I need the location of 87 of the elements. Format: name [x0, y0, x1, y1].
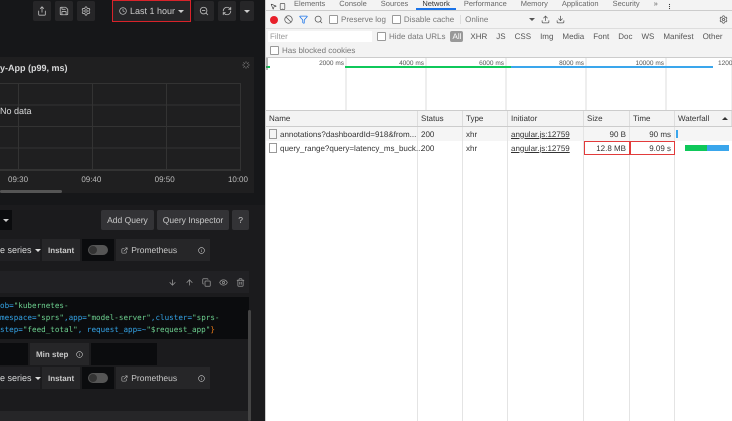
column-header[interactable]: Type [463, 111, 508, 126]
axis-label: 09:30 [8, 175, 28, 184]
type-filter-button[interactable]: Manifest [661, 31, 696, 42]
dropdown[interactable] [0, 210, 12, 230]
zoom-out-icon [199, 6, 210, 16]
share-button[interactable] [33, 1, 51, 21]
format-dropdown[interactable]: e series [0, 367, 40, 389]
info-icon [76, 350, 84, 358]
type-filter-button[interactable]: Font [591, 31, 612, 42]
type-filter-button[interactable]: CSS [512, 31, 534, 42]
query-inspector-button[interactable]: Query Inspector [156, 210, 230, 230]
clock-icon [119, 7, 127, 15]
help-button[interactable]: ? [232, 210, 249, 230]
external-link-icon [121, 374, 128, 382]
upload-icon[interactable] [541, 15, 550, 24]
instant-toggle[interactable] [88, 245, 108, 255]
column-header[interactable]: Initiator [508, 111, 584, 126]
axis-label: 09:40 [81, 175, 102, 184]
settings-icon [81, 6, 91, 16]
loading-icon [242, 61, 250, 69]
checkbox[interactable] [392, 15, 401, 24]
scrollbar [0, 190, 62, 193]
column-header[interactable]: Size [584, 111, 630, 126]
move-down-icon[interactable] [168, 278, 177, 286]
clear-icon[interactable] [284, 15, 293, 24]
move-up-icon[interactable] [185, 278, 194, 286]
initiator-link[interactable]: angular.js:12759 [511, 130, 570, 138]
min-step-label: Min step [30, 343, 90, 365]
datasource-link[interactable]: Prometheus [116, 367, 210, 389]
initiator-link[interactable]: angular.js:12759 [511, 144, 570, 152]
eye-icon[interactable] [219, 278, 228, 286]
info-icon [198, 374, 206, 382]
inspect-icon[interactable] [270, 3, 277, 10]
refresh-button[interactable] [218, 1, 236, 21]
filter-field[interactable]: Filter [268, 31, 372, 42]
instant-toggle[interactable] [88, 373, 108, 383]
refresh-interval-button[interactable] [240, 1, 254, 21]
settings-button[interactable] [77, 1, 95, 21]
time-range-button[interactable]: Last 1 hour [113, 1, 190, 21]
share-icon [37, 6, 47, 16]
type-filter-button[interactable]: Doc [616, 31, 634, 42]
download-icon[interactable] [556, 15, 566, 24]
instant-label: Instant [42, 239, 80, 261]
column-header[interactable]: Waterfall [675, 111, 732, 126]
type-filter-button[interactable]: Media [560, 31, 586, 42]
checkbox[interactable] [377, 32, 386, 41]
column-header[interactable]: Status [418, 111, 463, 126]
device-icon[interactable] [279, 3, 286, 10]
external-link-icon [121, 246, 128, 254]
table-cell: 90 B [584, 127, 630, 141]
save-button[interactable] [55, 1, 73, 21]
info-icon [198, 246, 206, 254]
no-data-message: No data [0, 106, 32, 116]
table-cell: xhr [463, 141, 508, 155]
throttling-dropdown[interactable]: Online [460, 15, 536, 24]
type-filter-button[interactable]: WS [639, 31, 656, 42]
checkbox[interactable] [329, 15, 338, 24]
checkbox-label: Hide data URLs [389, 32, 446, 41]
checkbox-label: Preserve log [341, 15, 386, 24]
axis-label: 10:00 [228, 175, 248, 184]
table-cell: 9.09 s [630, 141, 675, 155]
search-icon[interactable] [314, 15, 323, 24]
type-filter-button[interactable]: JS [494, 31, 508, 42]
filter-icon[interactable] [299, 15, 308, 24]
axis-label: 09:50 [154, 175, 175, 184]
add-query-button[interactable]: Add Query [101, 210, 154, 230]
datasource-link[interactable]: Prometheus [116, 239, 210, 261]
table-cell: 12.8 MB [584, 141, 630, 155]
settings-icon[interactable] [719, 15, 728, 24]
column-header[interactable]: Time [630, 111, 675, 126]
refresh-icon [222, 6, 232, 16]
record-button[interactable] [270, 16, 278, 24]
type-filter-button[interactable]: XHR [468, 31, 490, 42]
instant-label: Instant [42, 367, 80, 389]
duplicate-icon[interactable] [202, 278, 211, 286]
trash-icon[interactable] [236, 278, 245, 286]
zoom-out-button[interactable] [194, 1, 214, 21]
checkbox-label: Disable cache [404, 15, 454, 24]
panel-title: y-App (p99, ms) [0, 63, 68, 73]
checkbox-label: Has blocked cookies [282, 46, 356, 55]
column-header[interactable]: Name [266, 111, 418, 126]
type-filter-button[interactable]: Other [700, 31, 725, 42]
table-cell: 90 ms [630, 127, 675, 141]
type-filter-button[interactable]: Img [538, 31, 556, 42]
save-icon [59, 6, 69, 16]
checkbox[interactable] [270, 46, 279, 55]
format-dropdown[interactable]: e series [0, 239, 40, 261]
